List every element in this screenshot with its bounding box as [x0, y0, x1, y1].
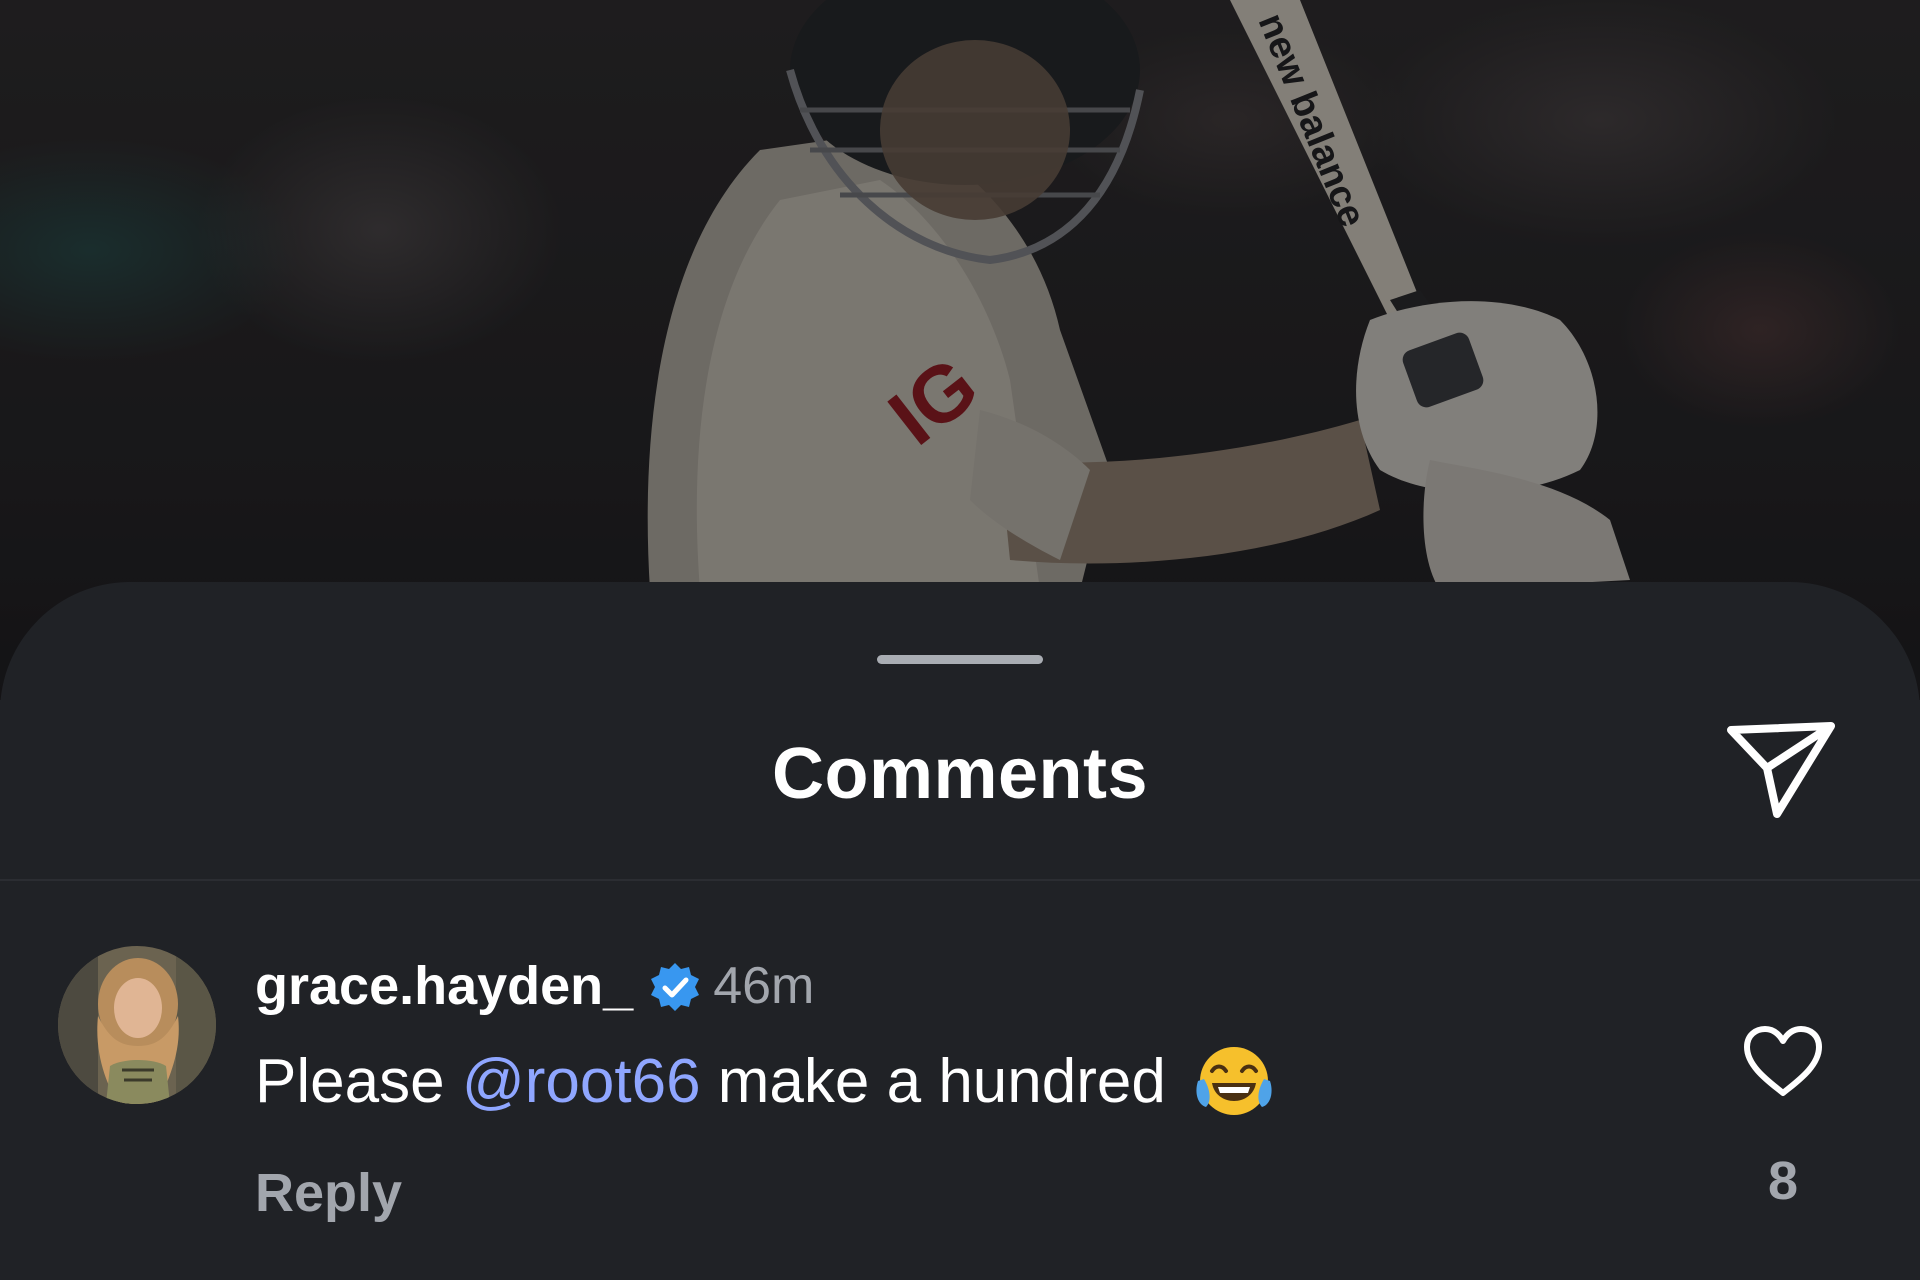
avatar[interactable]	[58, 946, 216, 1104]
comment-text: Please @root66 make a hundred	[255, 1041, 1276, 1121]
heart-icon	[1744, 1026, 1822, 1096]
comment-header: grace.hayden_ 46m	[255, 954, 814, 1018]
comment-username[interactable]: grace.hayden_	[255, 955, 633, 1017]
header-divider	[0, 879, 1920, 881]
send-icon	[1727, 722, 1835, 818]
share-button[interactable]	[1724, 718, 1838, 822]
comment-text-before: Please	[255, 1046, 462, 1116]
comment-text-after: make a hundred	[700, 1046, 1166, 1116]
like-count: 8	[1767, 1151, 1799, 1211]
sheet-title: Comments	[771, 734, 1149, 814]
verified-badge-icon	[649, 961, 701, 1013]
mention-link[interactable]: @root66	[462, 1046, 701, 1117]
reply-button[interactable]: Reply	[255, 1162, 402, 1224]
laughing-tears-emoji-icon	[1192, 1041, 1276, 1121]
comment-timestamp: 46m	[713, 957, 815, 1015]
sheet-drag-handle[interactable]	[877, 655, 1043, 664]
like-button[interactable]	[1738, 1020, 1828, 1102]
avatar-image	[58, 946, 216, 1104]
